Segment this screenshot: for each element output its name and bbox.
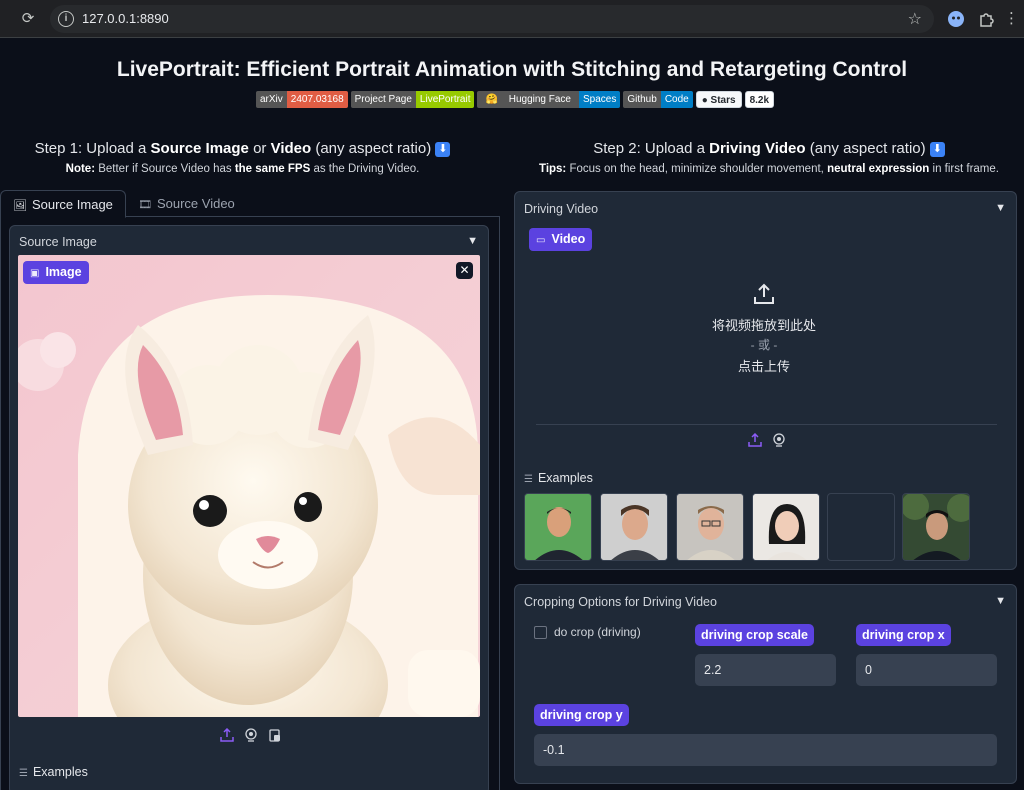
video-camera-icon: ▭	[536, 235, 546, 246]
list-icon: ☰	[524, 474, 533, 485]
github-badge-value: Code	[660, 91, 693, 108]
hugging-face-badge[interactable]: 🤗 Hugging Face Spaces	[477, 91, 621, 108]
driving-crop-scale-input[interactable]: 2.2	[695, 654, 836, 686]
do-crop-label: do crop (driving)	[554, 625, 641, 639]
step1-heading: Step 1: Upload a Source Image or Video (…	[0, 140, 485, 157]
collapse-caret-icon[interactable]: ▼	[995, 595, 1006, 607]
driving-video-label: Driving Video	[524, 202, 599, 216]
drop-video-text: 将视频拖放到此处	[711, 318, 816, 333]
list-icon: ☰	[19, 768, 28, 779]
clear-image-button[interactable]: ✕	[456, 262, 473, 279]
video-emoji-icon: 🎞	[138, 199, 152, 211]
project-page-badge-value: LivePortrait	[415, 91, 475, 108]
or-separator: - 或 -	[750, 338, 778, 352]
page-title: LivePortrait: Efficient Portrait Animati…	[116, 58, 908, 81]
divider	[536, 424, 997, 425]
github-badge[interactable]: Github Code	[623, 91, 693, 108]
do-crop-checkbox[interactable]	[534, 626, 547, 639]
webcam-icon[interactable]	[244, 728, 258, 742]
llama-image	[18, 255, 480, 717]
extension-icon[interactable]	[946, 9, 966, 29]
driving-crop-scale-label: driving crop scale	[695, 624, 814, 646]
source-examples-label: ☰ Examples	[19, 765, 88, 779]
video-label-pill: ▭ Video	[529, 228, 593, 251]
click-upload-text: 点击上传	[737, 359, 790, 374]
example-thumbnail[interactable]	[902, 493, 970, 561]
down-arrow-icon: ⬇	[929, 142, 945, 157]
hugging-face-icon: 🤗	[485, 94, 498, 105]
source-image-tools	[220, 728, 282, 742]
address-bar[interactable]: i 127.0.0.1:8890 ☆	[50, 5, 934, 33]
menu-kebab-icon[interactable]: ⋮	[1004, 8, 1019, 30]
source-image-label: Source Image	[19, 235, 97, 249]
project-page-badge[interactable]: Project Page LivePortrait	[350, 91, 475, 108]
github-icon: ●	[701, 95, 708, 106]
browser-toolbar: ⟳ i 127.0.0.1:8890 ☆ ⋮	[0, 0, 1024, 38]
site-info-icon[interactable]: i	[58, 11, 74, 27]
step2-heading: Step 2: Upload a Driving Video (any aspe…	[514, 140, 1024, 157]
example-thumbnail[interactable]	[676, 493, 744, 561]
upload-icon[interactable]	[220, 728, 234, 742]
source-tabs: 🖼 Source Image 🎞 Source Video	[0, 190, 500, 218]
cropping-options-label: Cropping Options for Driving Video	[524, 595, 717, 609]
source-image-preview[interactable]	[18, 255, 480, 717]
webcam-icon[interactable]	[772, 433, 786, 447]
example-thumbnail[interactable]	[524, 493, 592, 561]
tab-source-image[interactable]: 🖼 Source Image	[0, 190, 126, 218]
clipboard-icon[interactable]	[268, 728, 282, 742]
driving-video-tools	[748, 433, 786, 447]
reload-icon[interactable]: ⟳	[17, 8, 39, 30]
image-emoji-icon: 🖼	[13, 200, 27, 212]
tab-source-video[interactable]: 🎞 Source Video	[126, 190, 247, 217]
collapse-caret-icon[interactable]: ▼	[467, 235, 478, 247]
upload-icon	[754, 283, 774, 304]
bookmark-star-icon[interactable]: ☆	[908, 9, 922, 29]
puzzle-icon[interactable]	[977, 9, 997, 29]
example-thumbnail[interactable]	[600, 493, 668, 561]
collapse-caret-icon[interactable]: ▼	[995, 202, 1006, 214]
driving-crop-x-label: driving crop x	[856, 624, 951, 646]
arxiv-badge[interactable]: arXiv 2407.03168	[256, 91, 348, 108]
badge-row: arXiv 2407.03168 Project Page LivePortra…	[256, 91, 775, 108]
arxiv-badge-value: 2407.03168	[286, 91, 348, 108]
image-icon: ▣	[30, 268, 40, 279]
github-stars-badge[interactable]: ● Stars 8.2k	[695, 91, 775, 108]
upload-icon[interactable]	[748, 433, 762, 447]
step2-tips: Tips: Focus on the head, minimize should…	[539, 163, 999, 175]
driving-crop-y-label: driving crop y	[534, 704, 629, 726]
driving-crop-x-input[interactable]: 0	[856, 654, 997, 686]
url-text: 127.0.0.1:8890	[82, 11, 169, 26]
driving-examples-label: ☰ Examples	[524, 471, 593, 485]
driving-crop-y-input[interactable]: -0.1	[534, 734, 997, 766]
example-thumbnail-empty[interactable]	[827, 493, 895, 561]
hugging-face-badge-value: Spaces	[578, 91, 621, 108]
stars-count: 8.2k	[744, 91, 775, 108]
example-thumbnail[interactable]	[752, 493, 820, 561]
step1-note: Note: Better if Source Video has the sam…	[65, 163, 420, 175]
down-arrow-icon: ⬇	[435, 142, 451, 157]
image-label-pill: ▣ Image	[23, 261, 89, 284]
